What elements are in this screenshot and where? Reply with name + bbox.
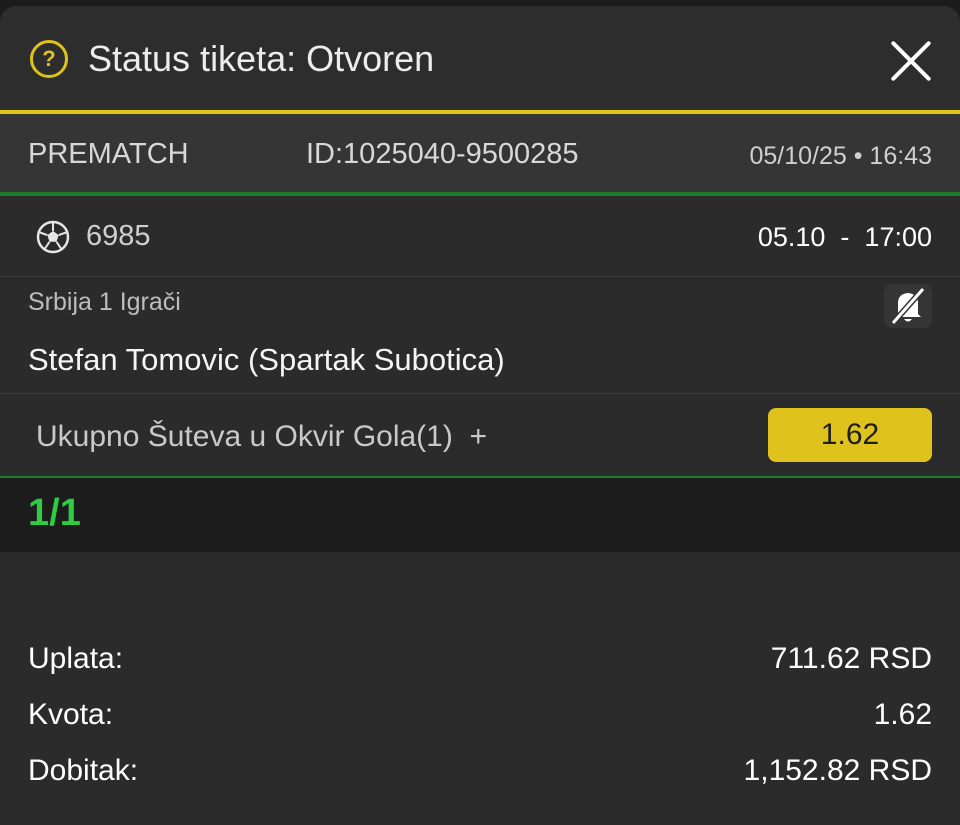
- question-circle-icon[interactable]: ?: [30, 40, 68, 78]
- ticket-status-sheet: ? Status tiketa: Otvoren PREMATCH ID:102…: [0, 6, 960, 825]
- odds-label: Kvota:: [28, 698, 114, 731]
- odd-button[interactable]: 1.62: [768, 408, 932, 462]
- stake-value: 711.62 RSD: [770, 642, 932, 675]
- market-name: Ukupno Šuteva u Okvir Gola(1) +: [36, 420, 488, 453]
- league-name: Srbija 1 Igrači: [28, 288, 181, 316]
- sheet-title: Status tiketa: Otvoren: [88, 38, 435, 79]
- event-code: 6985: [86, 220, 151, 252]
- close-icon[interactable]: [888, 38, 934, 84]
- odds-row: Kvota: 1.62: [28, 698, 932, 738]
- selection-count: 1/1: [28, 492, 81, 534]
- notification-toggle-button[interactable]: [884, 284, 932, 328]
- selection-count-bar: 1/1: [0, 478, 960, 552]
- win-value: 1,152.82 RSD: [743, 754, 932, 787]
- stake-label: Uplata:: [28, 642, 124, 675]
- event-row: 6985 05.10 - 17:00: [0, 196, 960, 277]
- odds-value: 1.62: [873, 698, 932, 731]
- ticket-datetime: 05/10/25 • 16:43: [749, 142, 932, 170]
- sheet-header: ? Status tiketa: Otvoren: [0, 6, 960, 110]
- ticket-id: ID:1025040-9500285: [306, 138, 579, 170]
- player-divider: [0, 393, 960, 394]
- win-row: Dobitak: 1,152.82 RSD: [28, 754, 932, 794]
- stake-row: Uplata: 711.62 RSD: [28, 642, 932, 682]
- win-label: Dobitak:: [28, 754, 139, 787]
- event-time: 05.10 - 17:00: [757, 222, 932, 252]
- bet-type-label: PREMATCH: [28, 138, 189, 170]
- bell-off-icon: [890, 287, 926, 325]
- soccer-ball-icon: [36, 220, 70, 254]
- ticket-info-row: PREMATCH ID:1025040-9500285 05/10/25 • 1…: [0, 114, 960, 192]
- selection-player: Stefan Tomovic (Spartak Subotica): [28, 342, 505, 377]
